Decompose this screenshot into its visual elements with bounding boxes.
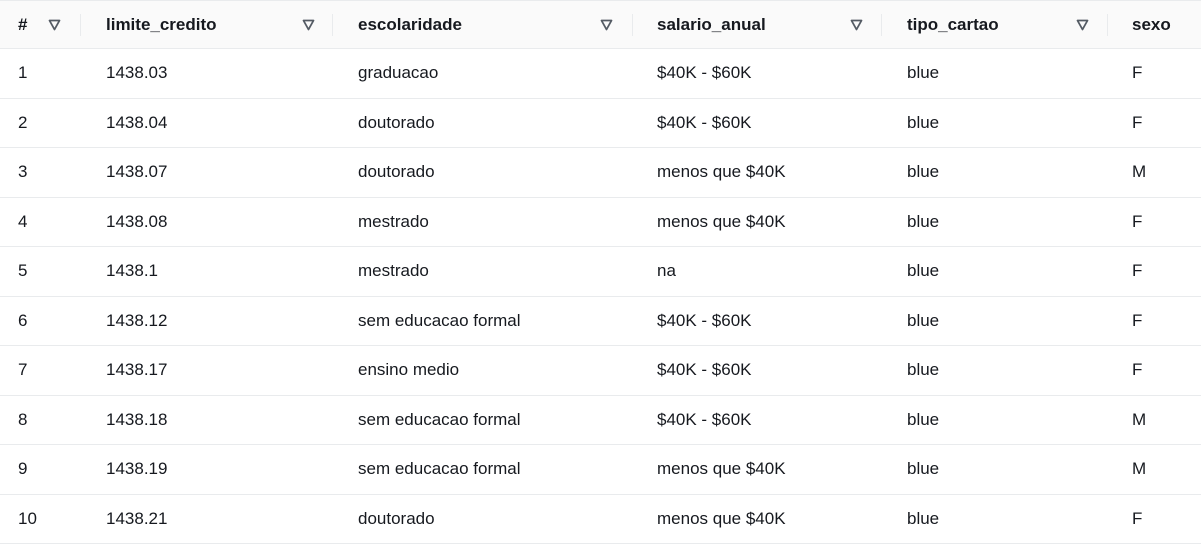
cell-tipo-cartao: blue xyxy=(907,310,940,330)
cell-tipo-cartao: blue xyxy=(907,63,940,83)
sort-triangle-icon[interactable] xyxy=(850,1,863,48)
cell-sexo: F xyxy=(1132,261,1143,281)
cell-sexo: F xyxy=(1132,112,1143,132)
cell-escolaridade: doutorado xyxy=(358,112,435,132)
cell-escolaridade: graduacao xyxy=(358,63,439,83)
cell-limite-credito: 1438.21 xyxy=(106,508,168,528)
sort-triangle-icon[interactable] xyxy=(600,1,613,48)
column-divider[interactable] xyxy=(632,14,633,36)
cell-escolaridade: sem educacao formal xyxy=(358,459,521,479)
sort-triangle-icon[interactable] xyxy=(48,1,61,48)
header-row-number[interactable]: # xyxy=(18,1,27,48)
cell-row-number: 5 xyxy=(18,261,28,281)
cell-limite-credito: 1438.07 xyxy=(106,162,168,182)
table-row: 5 1438.1 mestrado na blue F xyxy=(0,247,1201,297)
cell-escolaridade: doutorado xyxy=(358,508,435,528)
cell-sexo: F xyxy=(1132,63,1143,83)
cell-row-number: 8 xyxy=(18,409,28,429)
cell-row-number: 3 xyxy=(18,162,28,182)
table-header: # limite_credito escolaridade salario_an… xyxy=(0,1,1201,49)
column-divider[interactable] xyxy=(1107,14,1108,36)
table-row: 7 1438.17 ensino medio $40K - $60K blue … xyxy=(0,346,1201,396)
cell-row-number: 9 xyxy=(18,459,28,479)
column-divider[interactable] xyxy=(80,14,81,36)
cell-row-number: 1 xyxy=(18,63,28,83)
cell-salario-anual: $40K - $60K xyxy=(657,409,752,429)
cell-sexo: M xyxy=(1132,459,1147,479)
table-row: 3 1438.07 doutorado menos que $40K blue … xyxy=(0,148,1201,198)
cell-limite-credito: 1438.08 xyxy=(106,211,168,231)
cell-row-number: 10 xyxy=(18,508,37,528)
cell-salario-anual: menos que $40K xyxy=(657,211,786,231)
cell-escolaridade: mestrado xyxy=(358,211,429,231)
cell-escolaridade: sem educacao formal xyxy=(358,409,521,429)
cell-row-number: 6 xyxy=(18,310,28,330)
column-divider[interactable] xyxy=(332,14,333,36)
header-sexo[interactable]: sexo xyxy=(1132,1,1171,48)
cell-limite-credito: 1438.03 xyxy=(106,63,168,83)
cell-escolaridade: doutorado xyxy=(358,162,435,182)
cell-limite-credito: 1438.18 xyxy=(106,409,168,429)
column-divider[interactable] xyxy=(881,14,882,36)
cell-sexo: M xyxy=(1132,162,1147,182)
cell-tipo-cartao: blue xyxy=(907,508,940,528)
cell-escolaridade: ensino medio xyxy=(358,360,460,380)
cell-limite-credito: 1438.19 xyxy=(106,459,168,479)
cell-salario-anual: na xyxy=(657,261,676,281)
cell-salario-anual: $40K - $60K xyxy=(657,63,752,83)
sort-triangle-icon[interactable] xyxy=(302,1,315,48)
cell-salario-anual: menos que $40K xyxy=(657,459,786,479)
header-salario-anual[interactable]: salario_anual xyxy=(657,1,766,48)
cell-salario-anual: menos que $40K xyxy=(657,162,786,182)
table-row: 1 1438.03 graduacao $40K - $60K blue F xyxy=(0,49,1201,99)
table-row: 6 1438.12 sem educacao formal $40K - $60… xyxy=(0,297,1201,346)
cell-sexo: F xyxy=(1132,508,1143,528)
cell-tipo-cartao: blue xyxy=(907,261,940,281)
table-row: 9 1438.19 sem educacao formal menos que … xyxy=(0,445,1201,495)
cell-sexo: F xyxy=(1132,310,1143,330)
cell-salario-anual: $40K - $60K xyxy=(657,360,752,380)
cell-limite-credito: 1438.12 xyxy=(106,310,168,330)
cell-limite-credito: 1438.04 xyxy=(106,112,168,132)
table-row: 8 1438.18 sem educacao formal $40K - $60… xyxy=(0,396,1201,445)
cell-salario-anual: menos que $40K xyxy=(657,508,786,528)
cell-tipo-cartao: blue xyxy=(907,360,940,380)
table-row: 2 1438.04 doutorado $40K - $60K blue F xyxy=(0,99,1201,148)
cell-salario-anual: $40K - $60K xyxy=(657,112,752,132)
cell-row-number: 7 xyxy=(18,360,28,380)
header-escolaridade[interactable]: escolaridade xyxy=(358,1,462,48)
cell-sexo: F xyxy=(1132,211,1143,231)
sort-triangle-icon[interactable] xyxy=(1076,1,1089,48)
cell-escolaridade: mestrado xyxy=(358,261,429,281)
cell-row-number: 2 xyxy=(18,112,28,132)
cell-limite-credito: 1438.17 xyxy=(106,360,168,380)
table-row: 4 1438.08 mestrado menos que $40K blue F xyxy=(0,198,1201,247)
results-table: # limite_credito escolaridade salario_an… xyxy=(0,0,1201,546)
cell-tipo-cartao: blue xyxy=(907,459,940,479)
cell-tipo-cartao: blue xyxy=(907,162,940,182)
cell-row-number: 4 xyxy=(18,211,28,231)
cell-sexo: M xyxy=(1132,409,1147,429)
cell-escolaridade: sem educacao formal xyxy=(358,310,521,330)
cell-limite-credito: 1438.1 xyxy=(106,261,158,281)
table-row: 10 1438.21 doutorado menos que $40K blue… xyxy=(0,495,1201,544)
cell-sexo: F xyxy=(1132,360,1143,380)
cell-tipo-cartao: blue xyxy=(907,409,940,429)
header-limite-credito[interactable]: limite_credito xyxy=(106,1,217,48)
cell-tipo-cartao: blue xyxy=(907,211,940,231)
header-tipo-cartao[interactable]: tipo_cartao xyxy=(907,1,999,48)
cell-tipo-cartao: blue xyxy=(907,112,940,132)
cell-salario-anual: $40K - $60K xyxy=(657,310,752,330)
